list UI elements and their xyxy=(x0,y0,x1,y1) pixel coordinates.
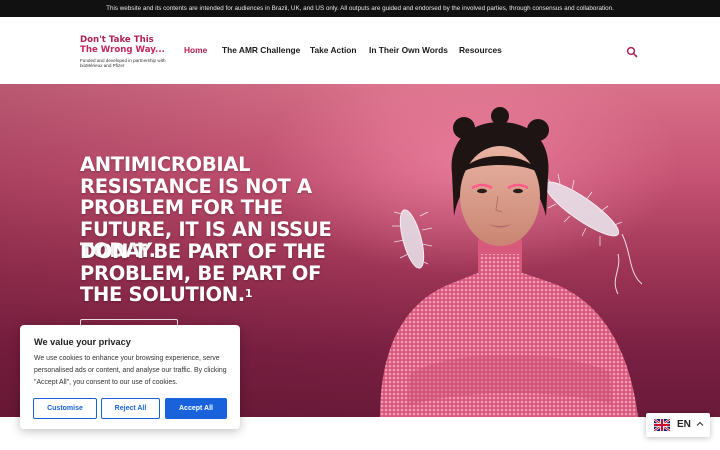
hero-headline-secondary-text: Don't be part of the problem, be part of… xyxy=(80,240,326,306)
search-icon[interactable] xyxy=(626,45,638,58)
nav-home[interactable]: Home xyxy=(184,45,207,55)
customise-button[interactable]: Customise xyxy=(33,398,97,419)
footnote-marker[interactable]: 1 xyxy=(245,287,253,300)
language-code: EN xyxy=(677,419,691,430)
audience-notice: This website and its contents are intend… xyxy=(106,5,614,12)
hero-portrait-image xyxy=(380,107,643,417)
top-notice-bar: This website and its contents are intend… xyxy=(0,0,720,17)
uk-flag-icon xyxy=(654,419,670,431)
logo-subtitle: Funded and developed in partnership with… xyxy=(80,58,166,69)
site-logo[interactable]: Don't Take This The Wrong Way... Funded … xyxy=(80,35,175,69)
language-switcher[interactable]: EN xyxy=(646,413,710,437)
reject-all-button[interactable]: Reject All xyxy=(101,398,160,419)
cookie-title: We value your privacy xyxy=(34,337,131,347)
hero-headline-secondary: Don't be part of the problem, be part of… xyxy=(80,241,340,306)
bacteria-illustration-left xyxy=(392,209,433,269)
nav-resources[interactable]: Resources xyxy=(459,45,502,55)
cookie-consent-banner: We value your privacy We use cookies to … xyxy=(20,325,240,429)
accept-all-button[interactable]: Accept All xyxy=(165,398,227,419)
chevron-up-icon xyxy=(696,421,704,426)
nav-in-their-own-words[interactable]: In Their Own Words xyxy=(369,45,448,55)
nav-take-action[interactable]: Take Action xyxy=(310,45,357,55)
logo-line-2: The Wrong Way... xyxy=(80,44,165,55)
cookie-description: We use cookies to enhance your browsing … xyxy=(34,355,227,386)
site-header: Don't Take This The Wrong Way... Funded … xyxy=(0,17,720,84)
bacteria-illustration-right xyxy=(543,173,643,295)
nav-amr-challenge[interactable]: The AMR Challenge xyxy=(222,45,300,55)
